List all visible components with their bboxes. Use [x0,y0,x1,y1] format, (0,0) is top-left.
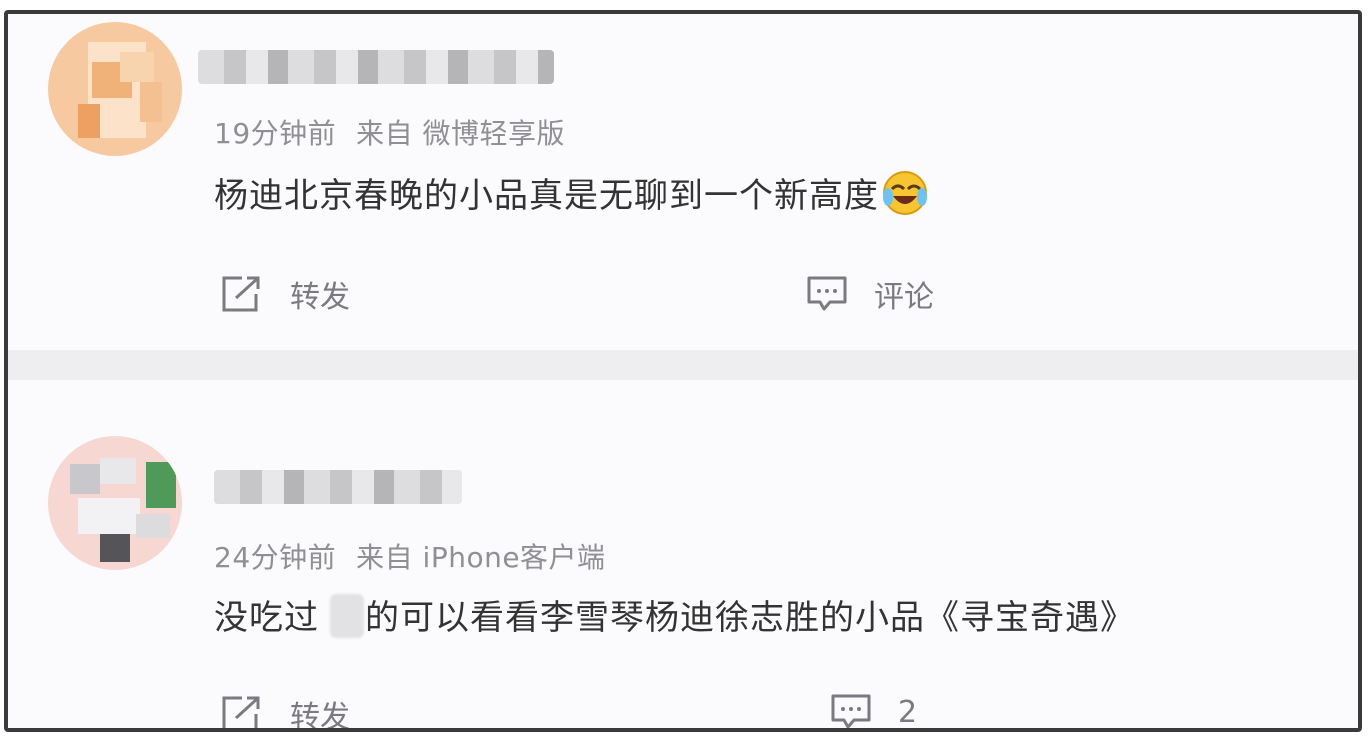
repost-label: 转发 [290,280,350,315]
avatar[interactable] [48,436,182,570]
post-meta: 24分钟前 来自 iPhone客户端 [214,536,606,576]
comment-button[interactable]: 2 [830,692,918,730]
screenshot-frame: 19分钟前 来自 微博轻享版 杨迪北京春晚的小品真是无聊到一个新高度 转发 评论… [4,10,1362,732]
post-source[interactable]: 来自 iPhone客户端 [356,541,605,574]
repost-button[interactable]: 转发 [220,272,350,316]
share-icon [222,696,260,728]
post-text-body: 杨迪北京春晚的小品真是无聊到一个新高度 [214,176,879,216]
share-icon [222,276,260,312]
comment-icon [831,694,871,728]
repost-button[interactable]: 转发 [220,692,350,732]
comment-label: 评论 [874,280,934,315]
avatar[interactable] [48,22,182,156]
post-time: 19分钟前 [214,117,337,150]
post-time: 24分钟前 [214,541,337,574]
post-text-before: 没吃过 [214,598,319,638]
laughing-crying-emoji-icon [883,171,927,215]
username-blurred[interactable] [198,50,554,84]
post-meta: 19分钟前 来自 微博轻享版 [214,112,565,152]
post-text-after: 的可以看看李雪琴杨迪徐志胜的小品《寻宝奇遇》 [365,598,1135,638]
post-source[interactable]: 来自 微博轻享版 [356,117,565,150]
post-text: 杨迪北京春晚的小品真是无聊到一个新高度 [214,168,929,217]
post-separator [8,350,1358,380]
username-blurred[interactable] [214,470,462,504]
censored-word-blur [330,594,364,638]
comment-button[interactable]: 评论 [806,272,934,316]
comment-count: 2 [898,694,918,730]
post-card: 19分钟前 来自 微博轻享版 杨迪北京春晚的小品真是无聊到一个新高度 转发 评论 [8,14,1358,350]
repost-label: 转发 [290,700,350,732]
comment-icon [807,276,847,311]
post-card: 24分钟前 来自 iPhone客户端 没吃过 的可以看看李雪琴杨迪徐志胜的小品《寻宝… [8,380,1358,732]
